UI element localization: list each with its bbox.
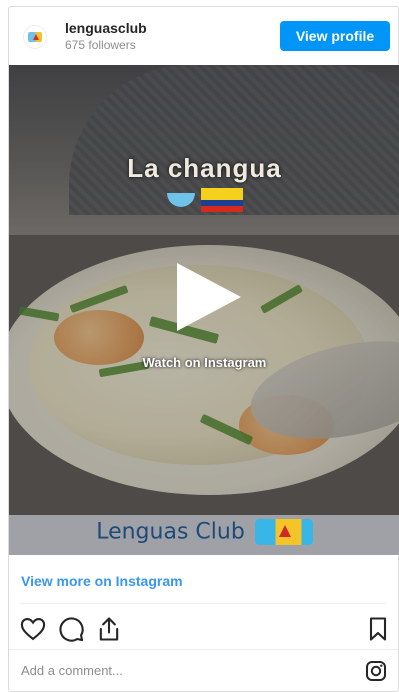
username[interactable]: lenguasclub	[65, 20, 147, 36]
instagram-embed-card: lenguasclub 675 followers View profile L…	[8, 6, 399, 692]
divider	[9, 649, 398, 650]
comment-icon[interactable]	[57, 615, 85, 643]
view-more-link[interactable]: View more on Instagram	[21, 573, 183, 589]
video-title: La changua	[127, 153, 282, 183]
followers-count: 675 followers	[65, 38, 136, 52]
brand-logo-icon	[254, 519, 313, 545]
view-profile-button[interactable]: View profile	[280, 21, 390, 51]
divider	[21, 603, 386, 604]
bookmark-icon[interactable]	[364, 615, 392, 643]
brand-banner: Lenguas Club	[9, 519, 399, 551]
bowl-icon	[166, 193, 195, 207]
play-icon[interactable]	[177, 263, 241, 331]
brand-name: Lenguas Club	[96, 519, 245, 545]
instagram-icon[interactable]	[364, 659, 388, 683]
heart-icon[interactable]	[19, 615, 47, 643]
post-media[interactable]: La changua Watch on Instagram Lenguas Cl…	[9, 65, 399, 555]
watch-on-instagram-link[interactable]: Watch on Instagram	[9, 355, 399, 370]
colombia-flag-icon	[200, 188, 243, 212]
profile-logo-icon	[28, 32, 42, 42]
post-header: lenguasclub 675 followers View profile	[9, 7, 398, 65]
avatar[interactable]	[23, 25, 47, 49]
title-emojis	[9, 188, 399, 212]
share-icon[interactable]	[95, 615, 123, 643]
action-bar	[9, 613, 398, 643]
comment-input[interactable]: Add a comment...	[21, 663, 123, 678]
